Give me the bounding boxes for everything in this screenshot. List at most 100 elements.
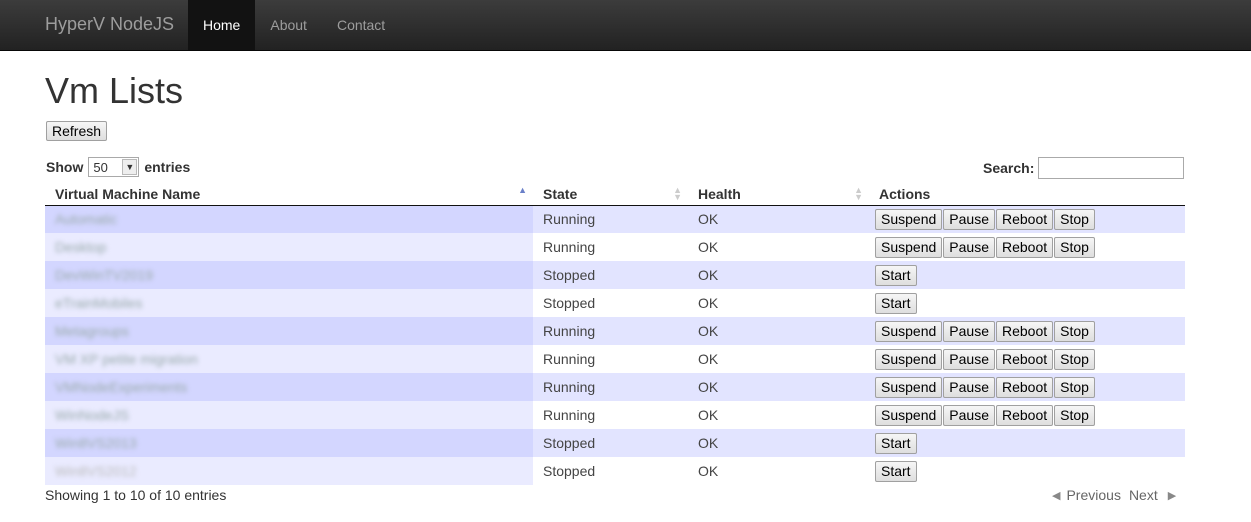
suspend-button[interactable]: Suspend [875, 320, 943, 342]
vm-actions: Suspend Pause Reboot Stop [869, 317, 1185, 345]
vm-health: OK [688, 205, 869, 233]
stop-button[interactable]: Stop [1054, 208, 1095, 230]
table-row: Win8VS2013 Stopped OK Start [45, 429, 1185, 457]
stop-button[interactable]: Stop [1054, 236, 1095, 258]
pause-button[interactable]: Pause [943, 208, 995, 230]
nav-home[interactable]: Home [188, 0, 256, 50]
vm-name-cell: WinNodeJS [45, 401, 533, 429]
refresh-button[interactable]: Refresh [46, 121, 108, 141]
table-row: WinNodeJS Running OK Suspend Pause Reboot Stop [45, 401, 1185, 429]
vm-actions: Start [869, 261, 1185, 289]
page-title: Vm Lists [45, 70, 184, 111]
column-header-state[interactable]: State ▲ ▼ [533, 183, 688, 206]
table-row: DevWinTV2019 Stopped OK Start [45, 261, 1185, 289]
pause-button[interactable]: Pause [943, 320, 995, 342]
vm-actions: Start [869, 289, 1185, 317]
vm-name: DevWinTV2019 [55, 267, 154, 283]
table-body: Automatic Running OK Suspend Pause Reboot Stop… [45, 205, 1185, 485]
nav-contact[interactable]: Contact [322, 0, 400, 50]
navbar: HyperV NodeJS Home About Contact [0, 0, 1251, 51]
vm-name: Win8VS2013 [55, 435, 137, 451]
vm-state: Running [533, 317, 688, 345]
sort-both-icon: ▲ ▼ [673, 185, 682, 202]
vm-name-cell: Metagroups [45, 317, 533, 345]
vm-state: Running [533, 205, 688, 233]
reboot-button[interactable]: Reboot [995, 404, 1054, 426]
vm-health: OK [688, 289, 869, 317]
pause-button[interactable]: Pause [943, 404, 995, 426]
vm-health: OK [688, 261, 869, 289]
vm-name-cell: Automatic [45, 205, 533, 233]
length-select-value: 50 [93, 159, 108, 175]
suspend-button[interactable]: Suspend [875, 208, 943, 230]
table-row: Automatic Running OK Suspend Pause Reboot Stop [45, 205, 1185, 233]
sort-ascending-icon: ▲ [518, 185, 527, 195]
pause-button[interactable]: Pause [943, 348, 995, 370]
start-button[interactable]: Start [875, 432, 917, 454]
chevron-down-icon: ▼ [122, 159, 138, 175]
vm-name-cell: VM XP petite migration [45, 345, 533, 373]
length-select[interactable]: 50 ▼ [88, 157, 140, 177]
search-control: Search: [983, 157, 1185, 179]
reboot-button[interactable]: Reboot [995, 236, 1054, 258]
table-row: Desktop Running OK Suspend Pause Reboot Stop [45, 233, 1185, 261]
nav-menu: Home About Contact [188, 0, 400, 50]
pause-button[interactable]: Pause [943, 376, 995, 398]
column-header-name-label: Virtual Machine Name [55, 185, 201, 202]
vm-name: Win8VS2012 [55, 463, 137, 479]
brand-link[interactable]: HyperV NodeJS [45, 14, 174, 35]
vm-state: Running [533, 233, 688, 261]
table-row: eTrainMobiles Stopped OK Start [45, 289, 1185, 317]
vm-state: Stopped [533, 429, 688, 457]
stop-button[interactable]: Stop [1054, 320, 1095, 342]
search-label: Search: [983, 160, 1035, 176]
vm-table: Virtual Machine Name ▲ State ▲ ▼ Health ▲ ▼ A… [45, 183, 1185, 485]
table-row: VM XP petite migration Running OK Suspend Pa… [45, 345, 1185, 373]
vm-actions: Suspend Pause Reboot Stop [869, 233, 1185, 261]
next-arrow-icon[interactable]: ▶ [1168, 489, 1176, 502]
table-header-row: Virtual Machine Name ▲ State ▲ ▼ Health ▲ ▼ A… [45, 183, 1185, 206]
start-button[interactable]: Start [875, 292, 917, 314]
length-control: Show 50 ▼ entries [46, 157, 190, 177]
vm-name: Desktop [55, 239, 107, 255]
table-row: VMNodeExperiments Running OK Suspend Pause Re… [45, 373, 1185, 401]
next-button[interactable]: Next [1129, 487, 1158, 503]
suspend-button[interactable]: Suspend [875, 236, 943, 258]
vm-health: OK [688, 233, 869, 261]
length-suffix: entries [144, 159, 191, 175]
search-input[interactable] [1038, 157, 1185, 179]
previous-arrow-icon[interactable]: ◀ [1052, 489, 1060, 502]
column-header-actions: Actions [869, 183, 1185, 206]
vm-state: Stopped [533, 289, 688, 317]
vm-health: OK [688, 317, 869, 345]
stop-button[interactable]: Stop [1054, 376, 1095, 398]
stop-button[interactable]: Stop [1054, 404, 1095, 426]
vm-actions: Suspend Pause Reboot Stop [869, 373, 1185, 401]
column-header-name[interactable]: Virtual Machine Name ▲ [45, 183, 533, 206]
vm-name-cell: VMNodeExperiments [45, 373, 533, 401]
vm-name-cell: DevWinTV2019 [45, 261, 533, 289]
previous-button[interactable]: Previous [1066, 487, 1120, 503]
vm-name: VM XP petite migration [55, 351, 198, 367]
table-info: Showing 1 to 10 of 10 entries [45, 487, 227, 503]
suspend-button[interactable]: Suspend [875, 348, 943, 370]
column-header-health[interactable]: Health ▲ ▼ [688, 183, 869, 206]
table-row: Win8VS2012 Stopped OK Start [45, 457, 1185, 485]
stop-button[interactable]: Stop [1054, 348, 1095, 370]
reboot-button[interactable]: Reboot [995, 320, 1054, 342]
vm-name-cell: Win8VS2013 [45, 429, 533, 457]
suspend-button[interactable]: Suspend [875, 376, 943, 398]
length-prefix: Show [46, 159, 84, 175]
suspend-button[interactable]: Suspend [875, 404, 943, 426]
vm-name: VMNodeExperiments [55, 379, 188, 395]
column-header-state-label: State [543, 185, 578, 202]
nav-about[interactable]: About [255, 0, 322, 50]
pause-button[interactable]: Pause [943, 236, 995, 258]
vm-state: Running [533, 373, 688, 401]
start-button[interactable]: Start [875, 264, 917, 286]
reboot-button[interactable]: Reboot [995, 348, 1054, 370]
column-header-actions-label: Actions [879, 185, 931, 202]
start-button[interactable]: Start [875, 460, 917, 482]
reboot-button[interactable]: Reboot [995, 208, 1054, 230]
reboot-button[interactable]: Reboot [995, 376, 1054, 398]
